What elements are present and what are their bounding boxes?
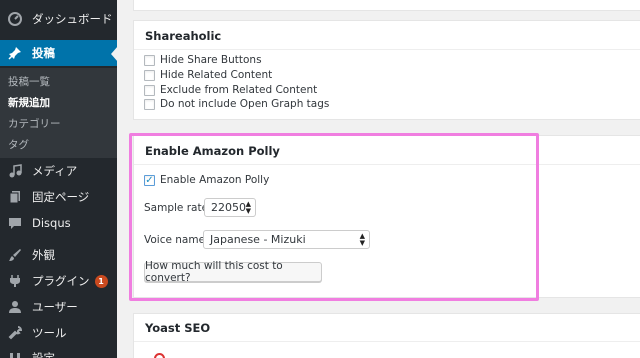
voice-name-value: Japanese - Mizuki	[210, 233, 306, 246]
active-menu-arrow	[111, 46, 118, 62]
menu-settings-label: 設定	[32, 351, 55, 358]
menu-pages[interactable]: 固定ページ	[0, 184, 117, 210]
admin-sidebar: ダッシュボード 投稿 投稿一覧 新規追加 カテゴリー タグ メディア 固定ページ…	[0, 0, 118, 358]
menu-dashboard[interactable]: ダッシュボード	[0, 6, 117, 32]
divider	[134, 341, 640, 342]
shareaholic-title: Shareaholic	[145, 29, 222, 43]
exclude-related-label: Exclude from Related Content	[160, 84, 318, 96]
select-arrows-icon: ▲ ▼	[245, 200, 251, 215]
menu-disqus-label: Disqus	[32, 216, 71, 230]
cost-estimate-button[interactable]: How much will this cost to convert?	[144, 260, 322, 284]
hide-related-content-checkbox[interactable]	[144, 70, 155, 81]
submenu-categories[interactable]: カテゴリー	[8, 116, 61, 131]
divider	[134, 164, 640, 165]
plugin-icon	[7, 273, 23, 289]
menu-plugins[interactable]: プラグイン 1	[0, 268, 117, 294]
yoast-metabox: Yoast SEO	[133, 313, 640, 358]
polly-title: Enable Amazon Polly	[145, 144, 280, 158]
menu-tools-label: ツール	[32, 326, 67, 340]
enable-polly-checkbox[interactable]	[144, 175, 155, 186]
enable-polly-label: Enable Amazon Polly	[160, 174, 270, 186]
menu-posts-label: 投稿	[32, 46, 55, 60]
menu-dashboard-label: ダッシュボード	[32, 12, 113, 26]
menu-media[interactable]: メディア	[0, 158, 117, 184]
pages-icon	[7, 189, 23, 205]
menu-users-label: ユーザー	[32, 300, 78, 314]
seo-status-icon	[154, 353, 165, 358]
wrench-icon	[7, 325, 23, 341]
user-icon	[7, 299, 23, 315]
divider	[134, 49, 640, 50]
dashboard-icon	[7, 11, 23, 27]
sample-rate-select[interactable]: 22050 ▲ ▼	[204, 198, 256, 217]
pin-icon	[7, 45, 23, 61]
previous-metabox	[133, 0, 640, 11]
menu-appearance[interactable]: 外観	[0, 242, 117, 268]
voice-name-select[interactable]: Japanese - Mizuki ▲ ▼	[203, 230, 370, 249]
open-graph-checkbox[interactable]	[144, 99, 155, 110]
exclude-related-checkbox[interactable]	[144, 85, 155, 96]
submenu-add-new[interactable]: 新規追加	[8, 95, 50, 110]
brush-icon	[7, 247, 23, 263]
menu-media-label: メディア	[32, 164, 78, 178]
polly-metabox: Enable Amazon Polly Enable Amazon Polly …	[133, 135, 640, 298]
menu-users[interactable]: ユーザー	[0, 294, 117, 320]
posts-submenu: 投稿一覧 新規追加 カテゴリー タグ	[0, 68, 117, 158]
menu-posts[interactable]: 投稿	[0, 40, 117, 66]
submenu-tags[interactable]: タグ	[8, 137, 29, 152]
menu-settings[interactable]: 設定	[0, 345, 117, 358]
yoast-title: Yoast SEO	[145, 321, 211, 335]
submenu-all-posts[interactable]: 投稿一覧	[8, 74, 50, 89]
sample-rate-value: 22050	[211, 201, 246, 214]
menu-plugins-label: プラグイン	[32, 274, 90, 288]
media-icon	[7, 163, 23, 179]
hide-related-content-label: Hide Related Content	[160, 69, 273, 81]
shareaholic-metabox: Shareaholic Hide Share Buttons Hide Rela…	[133, 20, 640, 120]
hide-share-buttons-checkbox[interactable]	[144, 55, 155, 66]
sample-rate-label: Sample rate:	[144, 202, 212, 214]
menu-disqus[interactable]: Disqus	[0, 210, 117, 236]
voice-name-label: Voice name:	[144, 234, 209, 246]
menu-tools[interactable]: ツール	[0, 320, 117, 346]
plugin-update-badge: 1	[94, 274, 108, 288]
menu-pages-label: 固定ページ	[32, 190, 90, 204]
open-graph-label: Do not include Open Graph tags	[160, 98, 330, 110]
menu-appearance-label: 外観	[32, 248, 55, 262]
comment-icon	[7, 215, 23, 231]
settings-icon	[7, 350, 23, 358]
select-arrows-icon: ▲ ▼	[359, 232, 365, 247]
hide-share-buttons-label: Hide Share Buttons	[160, 54, 262, 66]
